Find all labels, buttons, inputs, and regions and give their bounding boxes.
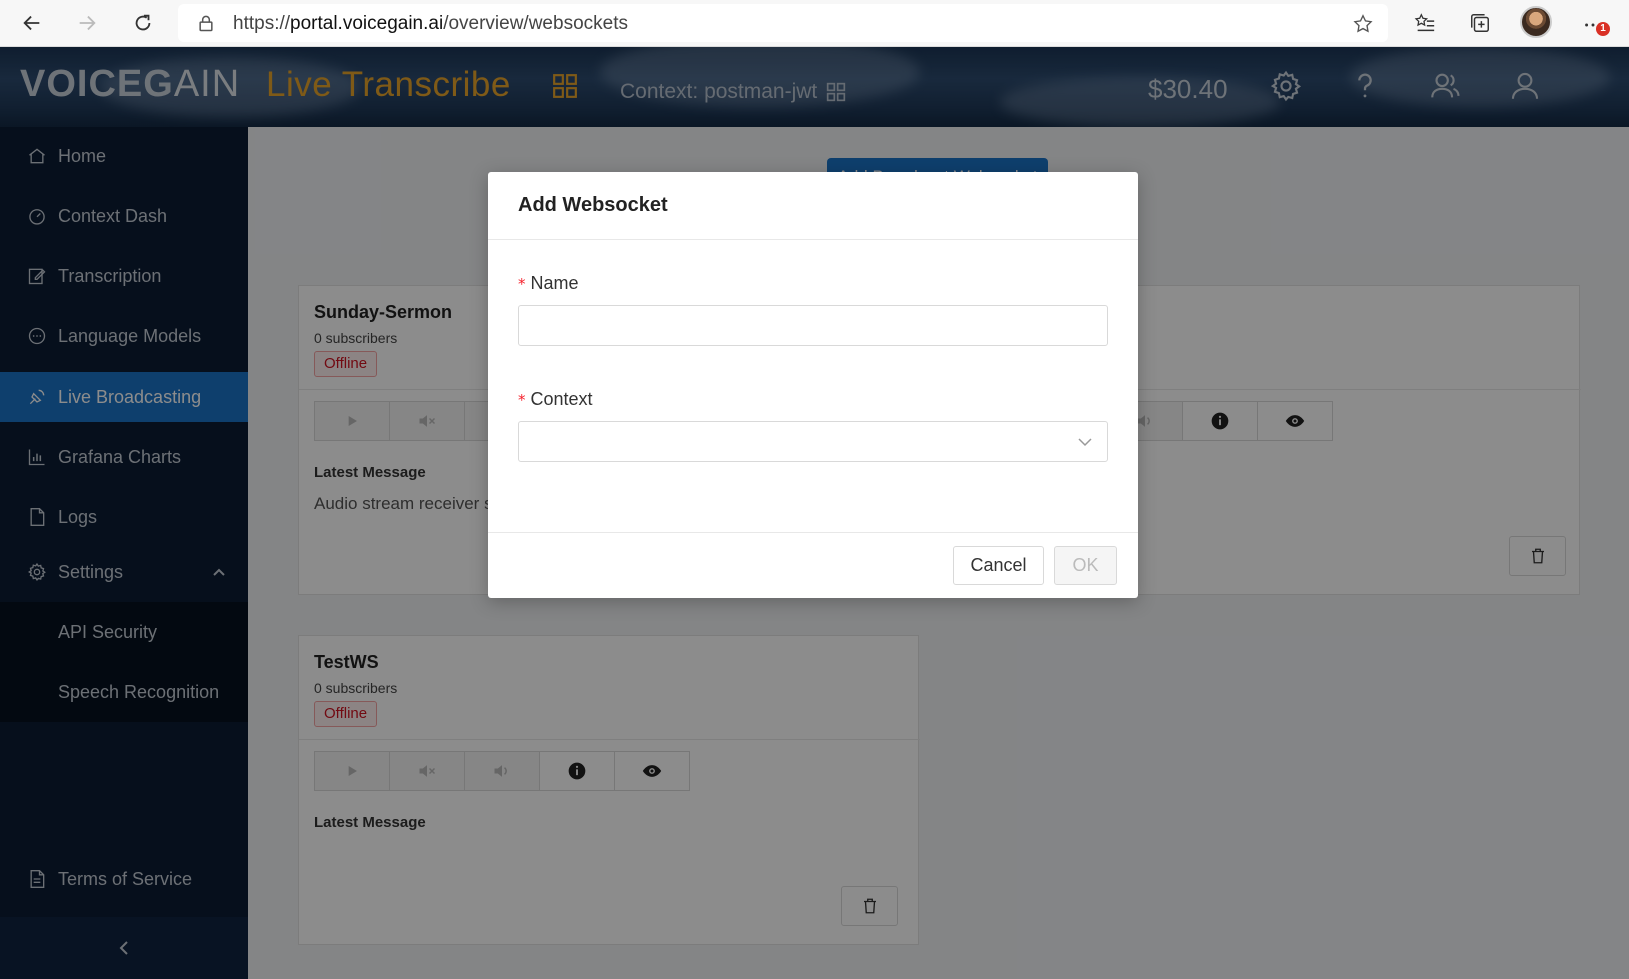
dialog-divider xyxy=(488,239,1138,240)
arrow-right-icon xyxy=(79,15,96,31)
collections-icon xyxy=(1471,14,1489,32)
dialog-title: Add Websocket xyxy=(518,194,668,216)
url-host: portal.voicegain.ai xyxy=(290,13,444,34)
browser-toolbar: https://portal.voicegain.ai/overview/web… xyxy=(0,0,1629,47)
reload-icon xyxy=(135,14,151,31)
forward-button[interactable] xyxy=(70,6,104,40)
context-select[interactable] xyxy=(518,421,1108,462)
add-websocket-dialog: Add Websocket * Name * Context Cancel OK xyxy=(488,172,1138,598)
url-text: https://portal.voicegain.ai/overview/web… xyxy=(233,13,628,35)
profile-avatar[interactable] xyxy=(1520,6,1552,38)
context-field-label: * Context xyxy=(518,389,593,410)
name-label-text: Name xyxy=(530,273,579,293)
url-scheme: https:// xyxy=(233,13,291,34)
context-label-text: Context xyxy=(530,389,593,409)
collections-button[interactable] xyxy=(1465,8,1495,38)
required-mark: * xyxy=(518,275,526,293)
back-button[interactable] xyxy=(15,6,49,40)
required-mark: * xyxy=(518,391,526,409)
star-icon[interactable] xyxy=(1352,13,1374,35)
address-bar[interactable]: https://portal.voicegain.ai/overview/web… xyxy=(178,4,1388,42)
favorites-button[interactable] xyxy=(1410,8,1440,38)
name-field-label: * Name xyxy=(518,273,579,294)
cancel-button[interactable]: Cancel xyxy=(953,546,1044,585)
url-path: /overview/websockets xyxy=(443,13,628,34)
lock-icon xyxy=(199,15,213,32)
favorites-list-icon xyxy=(1414,13,1435,32)
arrow-left-icon xyxy=(23,15,40,31)
name-input[interactable] xyxy=(518,305,1108,346)
reload-button[interactable] xyxy=(126,6,160,40)
dialog-footer-divider xyxy=(488,532,1138,533)
chevron-down-icon xyxy=(1078,438,1092,447)
ok-button[interactable]: OK xyxy=(1054,546,1117,585)
notification-badge: 1 xyxy=(1596,22,1610,36)
